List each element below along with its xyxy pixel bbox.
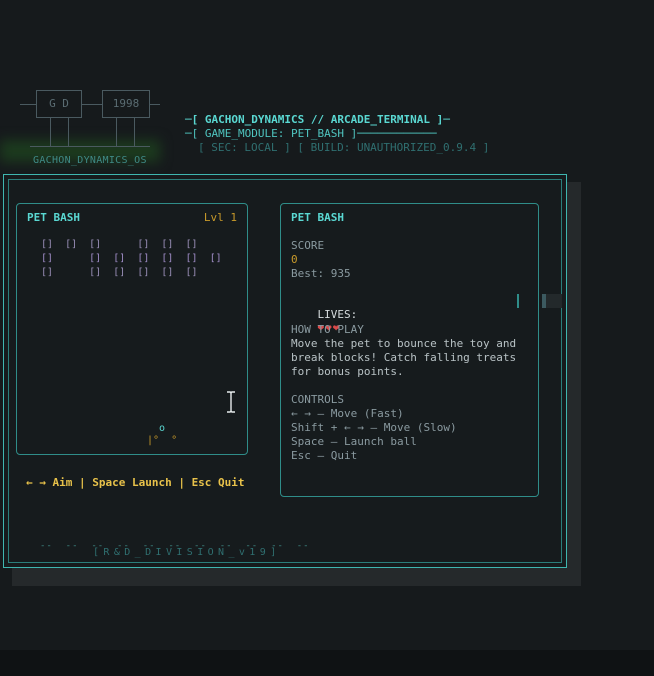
block-row: [] [] [] [] [] [] bbox=[41, 239, 198, 250]
ball: o bbox=[159, 423, 166, 434]
level-indicator: Lvl 1 bbox=[203, 211, 237, 224]
controls-hint: ← → Aim | Space Launch | Esc Quit bbox=[26, 476, 245, 489]
window-shadow bbox=[567, 182, 581, 576]
scrollbar[interactable] bbox=[517, 294, 562, 308]
info-title: PET BASH bbox=[291, 211, 344, 224]
logo-caption: GACHON_DYNAMICS_OS bbox=[33, 155, 147, 166]
howto-label: HOW TO PLAY bbox=[291, 323, 364, 336]
score-label: SCORE bbox=[291, 239, 325, 252]
info-panel: PET BASH SCORE 0 Best: 935 LIVES: ❤❤❤ HO… bbox=[280, 203, 539, 497]
logo-box-year: 1998 bbox=[102, 90, 150, 118]
division-label: [R&D_DIVISION_v19] bbox=[93, 547, 281, 558]
pet-paddle: |° ° bbox=[147, 435, 178, 446]
lives-label: LIVES: bbox=[317, 308, 358, 321]
block-row: [] [] [] [] [] [] bbox=[41, 267, 198, 278]
score-value: 0 bbox=[291, 253, 298, 266]
window-shadow bbox=[12, 568, 581, 586]
control-item: ← → — Move (Fast) bbox=[291, 407, 404, 420]
game-module-line: ─[ GAME_MODULE: PET_BASH ]──────────── bbox=[185, 127, 437, 140]
control-item: Shift + ← → — Move (Slow) bbox=[291, 421, 457, 434]
background-taskbar bbox=[0, 650, 654, 676]
logo-box-initials: G D bbox=[36, 90, 82, 118]
control-item: Space — Launch ball bbox=[291, 435, 417, 448]
howto-text: Move the pet to bounce the toy and break… bbox=[291, 337, 517, 378]
controls-label: CONTROLS bbox=[291, 393, 344, 406]
control-item: Esc — Quit bbox=[291, 449, 358, 462]
text-cursor-icon bbox=[227, 391, 235, 413]
security-build-line: [ SEC: LOCAL ] [ BUILD: UNAUTHORIZED_0.9… bbox=[198, 141, 490, 154]
block-row: [] [] [] [] [] [] [] bbox=[41, 253, 222, 264]
game-play-area[interactable]: PET BASH Lvl 1 [] [] [] [] [] [] [] [] [… bbox=[16, 203, 248, 455]
terminal-title: ─[ GACHON_DYNAMICS // ARCADE_TERMINAL ]─ bbox=[185, 113, 450, 126]
best-score: Best: 935 bbox=[291, 267, 351, 280]
game-title: PET BASH bbox=[27, 211, 80, 224]
